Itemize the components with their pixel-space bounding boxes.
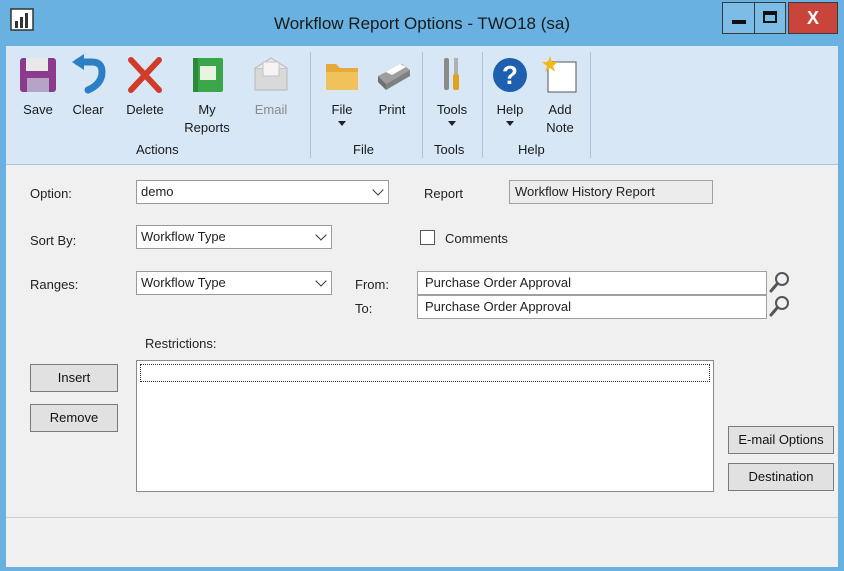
actions-group-label: Actions [136,142,179,157]
ranges-label: Ranges: [30,277,79,292]
ribbon-separator [590,52,591,158]
remove-button[interactable]: Remove [30,404,118,432]
close-button[interactable]: X [788,2,838,34]
svg-text:?: ? [502,60,518,90]
window-title: Workflow Report Options - TWO18 (sa) [273,14,570,33]
insert-button[interactable]: Insert [30,364,118,392]
email-options-button[interactable]: E-mail Options [728,426,834,454]
restrictions-list[interactable] [136,360,714,492]
file-menu-button[interactable]: File [322,46,362,142]
reports-book-icon [193,58,223,92]
to-label: To: [355,301,373,316]
from-field[interactable]: Purchase Order Approval [417,271,767,295]
chevron-down-icon [372,184,384,196]
option-value: demo [141,184,174,199]
my-reports-button[interactable]: My Reports [178,46,236,142]
clear-button[interactable]: Clear [66,46,110,136]
help-menu-button[interactable]: ? Help [488,46,532,142]
maximize-icon [763,11,777,23]
report-value: Workflow History Report [515,184,655,199]
delete-button[interactable]: Delete [118,46,172,136]
sort-by-combobox[interactable]: Workflow Type [136,225,332,249]
print-button[interactable]: Print [370,46,414,136]
from-label: From: [355,277,389,292]
status-bar [6,517,838,567]
ranges-combobox[interactable]: Workflow Type [136,271,332,295]
email-envelope-icon [254,57,288,91]
title-bar: Workflow Report Options - TWO18 (sa) X [0,0,844,46]
ribbon-separator [482,52,483,158]
file-group-label: File [353,142,374,157]
report-options-form: Option: demo Report Workflow History Rep… [6,165,838,517]
maximize-button[interactable] [754,2,786,34]
ribbon-separator [310,52,311,158]
ribbon-separator [422,52,423,158]
from-value: Purchase Order Approval [425,275,571,290]
wrench-screwdriver-icon [444,58,459,90]
comments-checkbox[interactable] [420,230,435,245]
add-note-button[interactable]: Add Note [536,46,584,142]
to-value: Purchase Order Approval [425,299,571,314]
folder-icon [326,64,358,90]
chevron-down-icon [448,121,456,126]
option-label: Option: [30,186,72,201]
magnifier-lookup-icon[interactable] [769,295,791,317]
minimize-button[interactable] [722,2,754,34]
chevron-down-icon [315,229,327,241]
chevron-down-icon [506,121,514,126]
save-button[interactable]: Save [16,46,60,136]
delete-x-icon [128,57,162,93]
list-item[interactable] [140,364,710,382]
chevron-down-icon [315,275,327,287]
tools-menu-button[interactable]: Tools [430,46,474,142]
to-field[interactable]: Purchase Order Approval [417,295,767,319]
tools-group-label: Tools [434,142,465,157]
chevron-down-icon [338,121,346,126]
sort-by-label: Sort By: [30,233,77,248]
restrictions-label: Restrictions: [145,336,217,351]
help-group-label: Help [518,142,545,157]
help-question-icon: ? [493,58,527,92]
printer-icon [378,64,410,90]
destination-button[interactable]: Destination [728,463,834,491]
email-button[interactable]: Email [246,46,296,136]
report-options-window: Workflow Report Options - TWO18 (sa) X S… [0,0,844,571]
note-icon [542,56,577,93]
save-icon [20,58,56,92]
ranges-value: Workflow Type [141,275,226,290]
report-label: Report [424,186,464,201]
report-field: Workflow History Report [509,180,713,204]
ribbon-toolbar: Save Clear Delete My Reports Email Actio… [6,46,838,165]
undo-arrow-icon [72,54,106,94]
magnifier-lookup-icon[interactable] [769,271,791,293]
sort-by-value: Workflow Type [141,229,226,244]
minimize-icon [732,20,746,24]
option-combobox[interactable]: demo [136,180,389,204]
comments-label: Comments [445,231,508,246]
